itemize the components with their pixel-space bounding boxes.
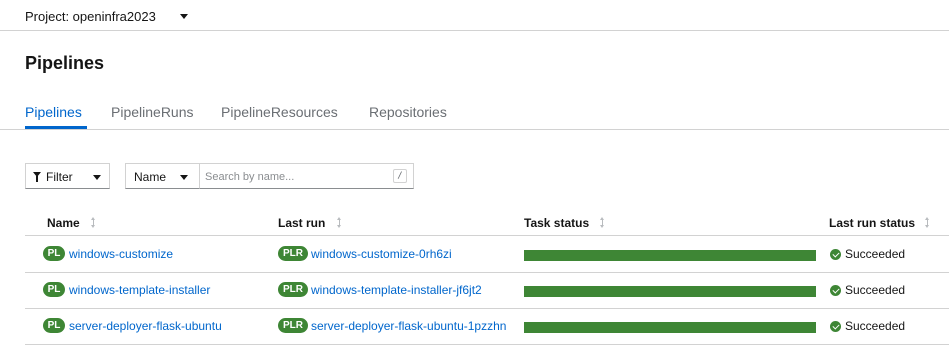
filter-label: Filter bbox=[46, 170, 73, 184]
pipelinerun-badge: PLR bbox=[278, 246, 308, 261]
last-run-link[interactable]: windows-template-installer-jf6jt2 bbox=[311, 283, 482, 297]
filter-button[interactable]: Filter bbox=[25, 163, 110, 189]
filter-icon bbox=[33, 172, 41, 182]
column-header-last-run[interactable]: Last run bbox=[278, 216, 325, 230]
last-run-status: Succeeded bbox=[845, 283, 906, 297]
tab-repositories[interactable]: Repositories bbox=[369, 104, 447, 120]
project-selector[interactable]: Project: openinfra2023 bbox=[25, 9, 156, 24]
check-circle-icon bbox=[830, 285, 841, 296]
check-circle-icon bbox=[830, 321, 841, 332]
attribute-select[interactable]: Name bbox=[125, 163, 200, 189]
task-status-bar[interactable] bbox=[524, 250, 816, 261]
column-header-last-run-status[interactable]: Last run status bbox=[829, 216, 915, 230]
table-header: Name Last run Task status Last run statu… bbox=[25, 210, 949, 236]
task-status-bar[interactable] bbox=[524, 322, 816, 333]
tab-pipelines[interactable]: Pipelines bbox=[25, 104, 82, 120]
active-tab-indicator bbox=[25, 126, 87, 129]
project-selector-bar: Project: openinfra2023 bbox=[0, 0, 949, 31]
pipeline-name-link[interactable]: windows-template-installer bbox=[69, 283, 210, 297]
tab-bar: Pipelines PipelineRuns PipelineResources… bbox=[0, 95, 949, 130]
caret-down-icon[interactable] bbox=[180, 14, 188, 19]
column-header-task-status[interactable]: Task status bbox=[524, 216, 589, 230]
attribute-select-label: Name bbox=[134, 170, 167, 184]
last-run-status: Succeeded bbox=[845, 247, 906, 261]
sort-icon[interactable] bbox=[337, 217, 342, 228]
pipelinerun-badge: PLR bbox=[278, 318, 308, 333]
pipeline-name-link[interactable]: server-deployer-flask-ubuntu bbox=[69, 319, 222, 333]
tab-pipelineresources[interactable]: PipelineResources bbox=[221, 104, 338, 120]
check-circle-icon bbox=[830, 249, 841, 260]
sort-icon[interactable] bbox=[600, 217, 605, 228]
pipeline-name-link[interactable]: windows-customize bbox=[69, 247, 173, 261]
search-input[interactable] bbox=[205, 168, 375, 185]
last-run-link[interactable]: server-deployer-flask-ubuntu-1pzzhn bbox=[311, 319, 506, 333]
tab-pipelineruns[interactable]: PipelineRuns bbox=[111, 104, 194, 120]
sort-icon[interactable] bbox=[91, 217, 96, 228]
pipeline-badge: PL bbox=[43, 246, 65, 261]
column-header-name[interactable]: Name bbox=[47, 216, 80, 230]
last-run-link[interactable]: windows-customize-0rh6zi bbox=[311, 247, 452, 261]
sort-icon[interactable] bbox=[925, 217, 930, 228]
task-status-bar[interactable] bbox=[524, 286, 816, 297]
search-box: / bbox=[199, 163, 414, 189]
pipeline-badge: PL bbox=[43, 282, 65, 297]
table-row: PL windows-customize PLR windows-customi… bbox=[25, 237, 949, 273]
table-row: PL windows-template-installer PLR window… bbox=[25, 273, 949, 309]
last-run-status: Succeeded bbox=[845, 319, 906, 333]
pipelinerun-badge: PLR bbox=[278, 282, 308, 297]
page-title: Pipelines bbox=[25, 53, 105, 73]
pipeline-badge: PL bbox=[43, 318, 65, 333]
caret-down-icon bbox=[180, 175, 188, 180]
keyboard-shortcut-hint: / bbox=[393, 169, 407, 183]
table-row: PL server-deployer-flask-ubuntu PLR serv… bbox=[25, 309, 949, 345]
caret-down-icon bbox=[93, 175, 101, 180]
